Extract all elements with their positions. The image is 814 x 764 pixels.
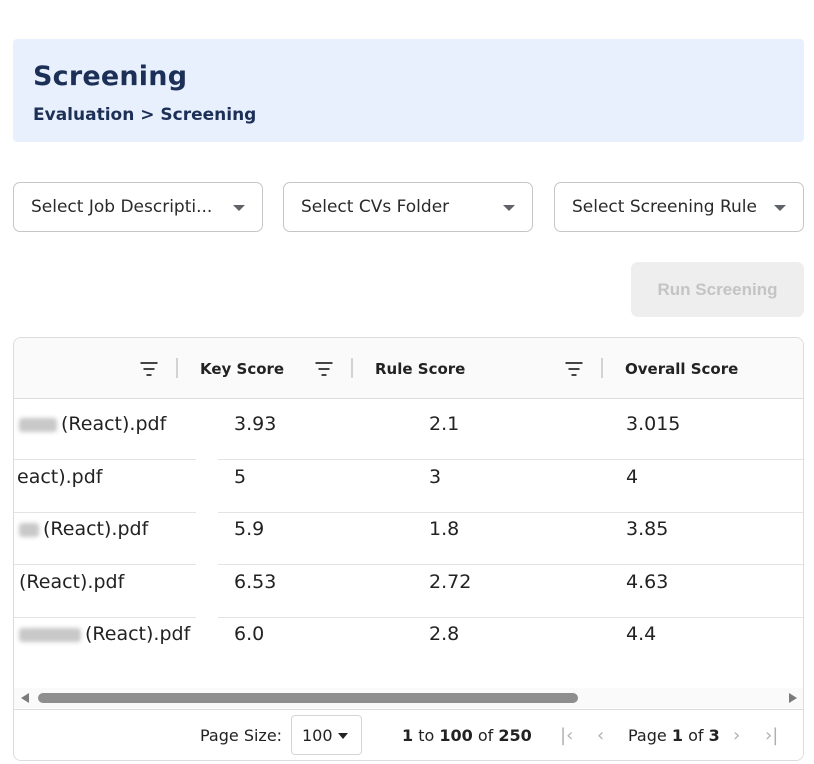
- overall-score-cell: 3.85: [626, 518, 669, 540]
- prev-page-icon[interactable]: ‹: [597, 725, 604, 746]
- cvs-folder-select-value: Select CVs Folder: [301, 197, 450, 217]
- next-page-icon[interactable]: ›: [733, 725, 740, 746]
- table-row[interactable]: (React).pdf 6.0 2.8 4.4: [14, 610, 803, 663]
- key-score-cell: 6.53: [234, 571, 277, 593]
- row-range-summary: 1 to 100 of 250: [402, 726, 532, 745]
- job-description-select[interactable]: Select Job Descripti...: [13, 182, 263, 232]
- cv-name-cell: (React).pdf: [14, 558, 192, 611]
- rule-score-cell: 2.72: [429, 571, 472, 593]
- rule-score-cell: 3: [429, 466, 442, 488]
- chevron-down-icon: [774, 205, 786, 211]
- overall-score-cell: 4: [626, 466, 639, 488]
- rule-score-cell: 2.8: [429, 623, 460, 645]
- cv-name-cell: (React).pdf: [14, 610, 192, 663]
- pagination-bar: Page Size: 100 1 to 100 of 250 |‹ ‹ Page…: [14, 709, 803, 760]
- redacted-name: [19, 522, 39, 537]
- column-resize-handle[interactable]: [351, 358, 353, 378]
- job-description-select-value: Select Job Descripti...: [31, 197, 213, 217]
- cv-name-cell: (React).pdf: [14, 505, 192, 558]
- page-header: Screening Evaluation > Screening: [13, 39, 804, 142]
- cv-file-name: (React).pdf: [61, 413, 167, 435]
- results-grid: Key Score Rule Score Overall Score (Reac…: [13, 337, 804, 761]
- key-score-cell: 3.93: [234, 413, 277, 435]
- column-header-key-score[interactable]: Key Score: [200, 360, 284, 378]
- page-title: Screening: [33, 61, 188, 92]
- chevron-down-icon: [233, 205, 245, 211]
- cv-name-cell: eact).pdf: [14, 453, 192, 506]
- screening-rule-select-value: Select Screening Rule: [572, 197, 757, 217]
- run-screening-button[interactable]: Run Screening: [631, 262, 804, 317]
- redacted-name: [19, 627, 81, 642]
- filter-icon[interactable]: [315, 362, 332, 376]
- page-size-value: 100: [302, 726, 333, 745]
- scroll-left-icon[interactable]: [21, 693, 29, 703]
- filter-icon[interactable]: [565, 362, 582, 376]
- redacted-name: [19, 417, 57, 432]
- page-size-label: Page Size:: [200, 726, 283, 745]
- key-score-cell: 6.0: [234, 623, 265, 645]
- first-page-icon[interactable]: |‹: [560, 725, 573, 746]
- page-size-select[interactable]: 100: [291, 715, 362, 755]
- column-resize-handle[interactable]: [601, 358, 603, 378]
- horizontal-scrollbar[interactable]: [14, 688, 803, 708]
- cv-file-name: eact).pdf: [17, 466, 103, 488]
- filter-icon[interactable]: [140, 362, 157, 376]
- table-row[interactable]: (React).pdf 3.93 2.1 3.015: [14, 400, 803, 453]
- table-row[interactable]: eact).pdf 5 3 4: [14, 453, 803, 506]
- column-resize-handle[interactable]: [176, 358, 178, 378]
- overall-score-cell: 3.015: [626, 413, 681, 435]
- cv-file-name: (React).pdf: [85, 623, 191, 645]
- column-header-rule-score[interactable]: Rule Score: [375, 360, 465, 378]
- scroll-right-icon[interactable]: [789, 693, 797, 703]
- grid-header: Key Score Rule Score Overall Score: [14, 338, 803, 399]
- cvs-folder-select[interactable]: Select CVs Folder: [283, 182, 533, 232]
- chevron-down-icon: [338, 733, 348, 739]
- last-page-icon[interactable]: ›|: [765, 725, 778, 746]
- key-score-cell: 5.9: [234, 518, 265, 540]
- column-header-overall-score[interactable]: Overall Score: [625, 360, 738, 378]
- table-row[interactable]: (React).pdf 6.53 2.72 4.63: [14, 558, 803, 611]
- cv-name-cell: (React).pdf: [14, 400, 192, 453]
- cv-file-name: (React).pdf: [43, 518, 149, 540]
- page-indicator: Page 1 of 3: [628, 726, 720, 745]
- screening-rule-select[interactable]: Select Screening Rule: [554, 182, 804, 232]
- overall-score-cell: 4.4: [626, 623, 657, 645]
- rule-score-cell: 1.8: [429, 518, 460, 540]
- key-score-cell: 5: [234, 466, 247, 488]
- cv-file-name: (React).pdf: [19, 571, 125, 593]
- rule-score-cell: 2.1: [429, 413, 460, 435]
- overall-score-cell: 4.63: [626, 571, 669, 593]
- breadcrumb: Evaluation > Screening: [33, 105, 257, 125]
- table-row[interactable]: (React).pdf 5.9 1.8 3.85: [14, 505, 803, 558]
- chevron-down-icon: [503, 205, 515, 211]
- scrollbar-thumb[interactable]: [38, 693, 578, 703]
